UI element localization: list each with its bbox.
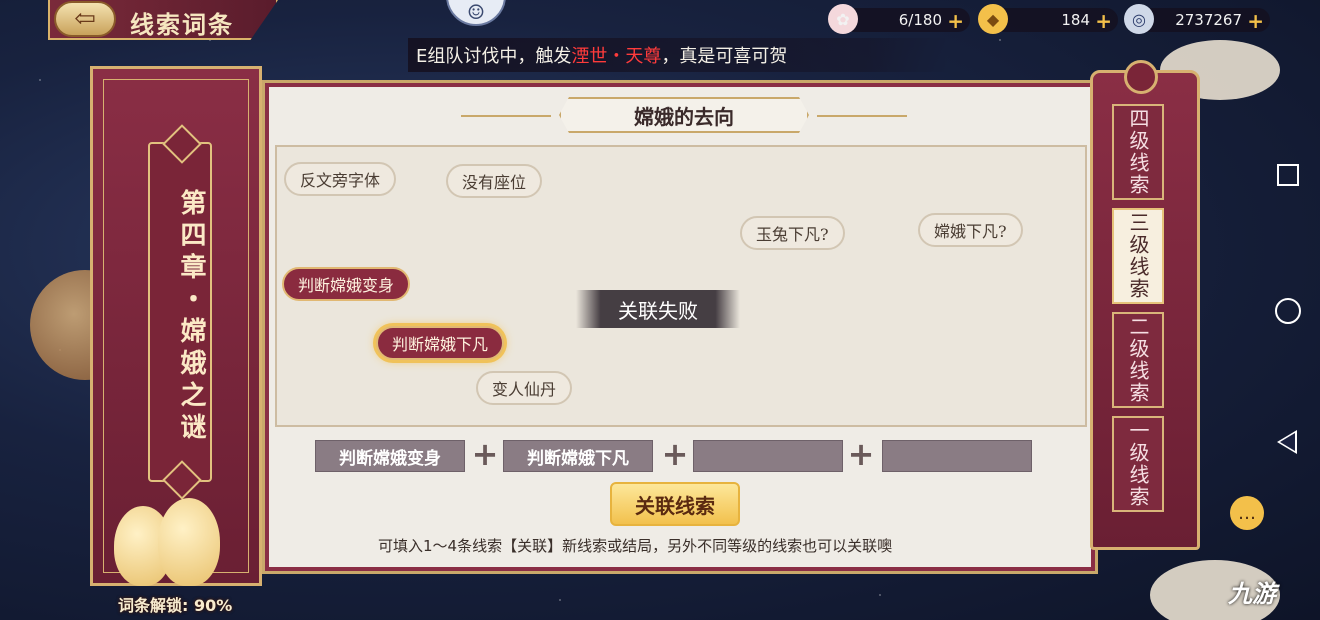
ticker-after: ，真是可喜可贺	[661, 46, 788, 67]
clue-chip-selected[interactable]: 判断嫦娥下凡	[376, 326, 505, 360]
gold-ingot-icon: ◆	[978, 4, 1008, 34]
tab-level-2[interactable]: 二级线索	[1112, 312, 1164, 408]
tab-level-1[interactable]: 一级线索	[1112, 416, 1164, 512]
add-gold-button[interactable]: +	[1095, 9, 1112, 33]
home-icon[interactable]	[1275, 298, 1301, 324]
clue-slot-4[interactable]	[882, 440, 1032, 472]
board-title: 嫦娥的去向	[559, 97, 809, 133]
avatar[interactable]: ☺	[446, 0, 506, 26]
back-triangle-icon[interactable]	[1277, 430, 1297, 454]
clue-slot-2[interactable]: 判断嫦娥下凡	[503, 440, 653, 472]
unlock-progress: 词条解锁: 90%	[118, 596, 233, 615]
resource-coin: ◎ 2737267 +	[1124, 4, 1270, 34]
clue-slot-3[interactable]	[693, 440, 843, 472]
ticker-highlight: 湮世・天尊	[571, 46, 662, 67]
jade-rabbit-illustration	[106, 486, 236, 586]
clue-chip[interactable]: 反文旁字体	[284, 162, 397, 196]
resource-peach: ✿ 6/180 +	[828, 4, 970, 34]
chapter-title-box: 第四章・嫦娥之谜	[148, 142, 212, 482]
clue-chip-selected[interactable]: 判断嫦娥变身	[282, 267, 411, 301]
broadcast-ticker: E组队讨伐中，触发 湮世・天尊 ，真是可喜可贺	[408, 38, 948, 72]
link-clues-button[interactable]: 关联线索	[610, 482, 740, 526]
back-button[interactable]: ⇦	[54, 1, 116, 37]
tab-level-3[interactable]: 三级线索	[1112, 208, 1164, 304]
ticker-before: E组队讨伐中，触发	[416, 46, 572, 67]
add-peach-button[interactable]: +	[947, 9, 964, 33]
plus-icon: +	[661, 435, 689, 473]
add-coin-button[interactable]: +	[1247, 9, 1264, 33]
resource-peach-value: 6/180	[898, 11, 942, 29]
tab-level-4[interactable]: 四级线索	[1112, 104, 1164, 200]
watermark-logo: 九游	[1228, 580, 1276, 608]
arrow-left-icon: ⇦	[74, 4, 96, 34]
clue-slot-1[interactable]: 判断嫦娥变身	[315, 440, 465, 472]
clue-chip[interactable]: 玉兔下凡?	[740, 216, 845, 250]
chapter-title: 第四章・嫦娥之谜	[176, 189, 206, 445]
resource-gold: ◆ 184 +	[978, 4, 1118, 34]
clue-chip[interactable]: 变人仙丹	[476, 371, 573, 405]
resource-coin-value: 2737267	[1175, 11, 1242, 29]
top-bar: ⇦ 线索词条 ☺ ✿ 6/180 + ◆ 184 + ◎ 2737267 +	[0, 0, 1320, 40]
page-title: 线索词条	[130, 10, 234, 39]
resource-gold-value: 184	[1061, 11, 1090, 29]
header-ornament-right	[817, 115, 907, 117]
knot-ornament	[1124, 60, 1158, 94]
chat-icon[interactable]: …	[1230, 496, 1264, 530]
plus-icon: +	[471, 435, 499, 473]
clue-chip[interactable]: 嫦娥下凡?	[918, 213, 1023, 247]
recent-apps-icon[interactable]	[1277, 164, 1299, 186]
plus-icon: +	[847, 435, 875, 473]
clue-chip[interactable]: 没有座位	[446, 164, 543, 198]
peach-icon: ✿	[828, 4, 858, 34]
header-ornament-left	[461, 115, 551, 117]
link-failed-toast: 关联失败	[576, 290, 740, 328]
coin-icon: ◎	[1124, 4, 1154, 34]
hint-text: 可填入1～4条线索【关联】新线索或结局，另外不同等级的线索也可以关联噢	[378, 537, 893, 555]
